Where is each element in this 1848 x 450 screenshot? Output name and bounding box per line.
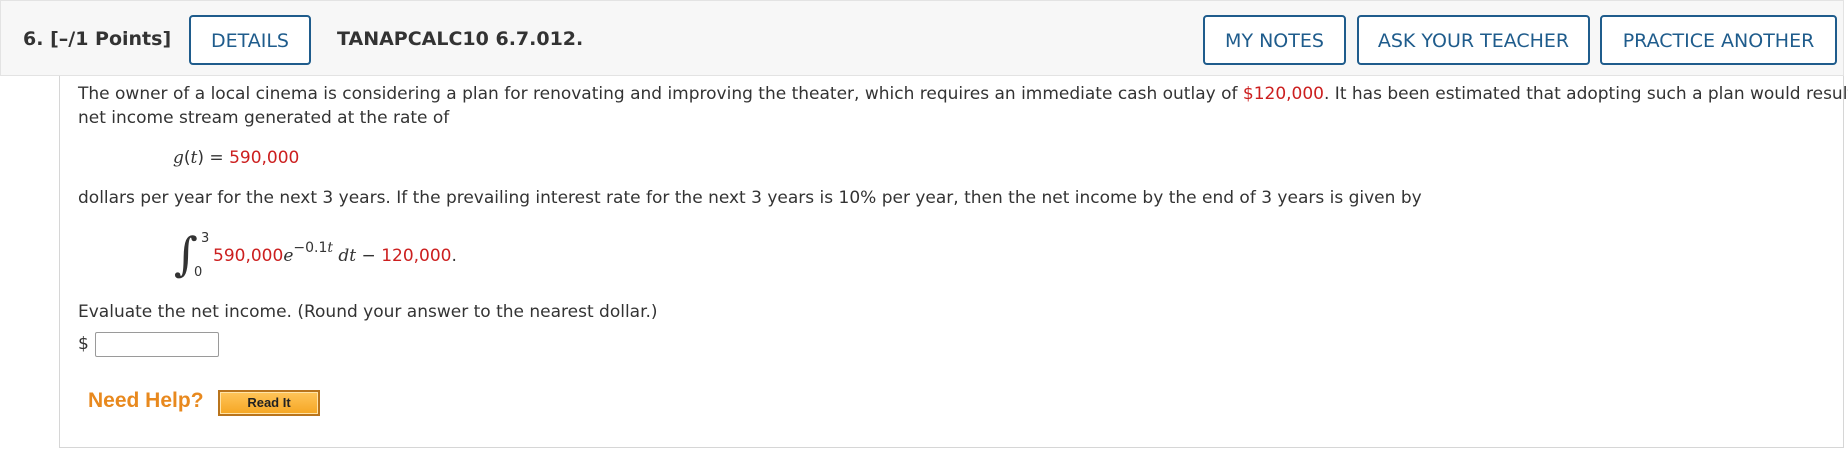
integral-constant: 120,000: [381, 246, 452, 266]
question-number: 6. [–/1 Points]: [23, 28, 172, 50]
need-help-label: Need Help?: [88, 389, 204, 412]
ask-your-teacher-button[interactable]: ASK YOUR TEACHER: [1357, 15, 1590, 65]
problem-intro: The owner of a local cinema is consideri…: [78, 84, 1848, 104]
details-button[interactable]: DETAILS: [189, 15, 311, 65]
income-rate-value: 590,000: [229, 148, 300, 168]
instruction-text: Evaluate the net income. (Round your ans…: [78, 302, 658, 322]
points-label: [–/1 Points]: [50, 28, 172, 50]
currency-symbol: $: [78, 334, 89, 354]
problem-sentence-2: dollars per year for the next 3 years. I…: [78, 188, 1422, 208]
problem-intro-line2: net income stream generated at the rate …: [78, 108, 450, 128]
integral-lower-limit: 0: [194, 265, 203, 280]
integral-expression: 590,000e−0.1t dt − 120,000.: [213, 240, 457, 266]
read-it-button[interactable]: Read It: [218, 390, 320, 416]
integrand-coefficient: 590,000: [213, 246, 284, 266]
problem-id: TANAPCALC10 6.7.012.: [337, 28, 584, 50]
integral-upper-limit: 3: [201, 231, 210, 246]
my-notes-button[interactable]: MY NOTES: [1203, 15, 1346, 65]
income-rate-equation: g(t) = 590,000: [173, 148, 300, 168]
question-header: 6. [–/1 Points] DETAILS TANAPCALC10 6.7.…: [0, 0, 1844, 76]
practice-another-button[interactable]: PRACTICE ANOTHER: [1600, 15, 1837, 65]
answer-input[interactable]: [95, 332, 219, 357]
cash-outlay-value: $120,000: [1242, 84, 1324, 104]
